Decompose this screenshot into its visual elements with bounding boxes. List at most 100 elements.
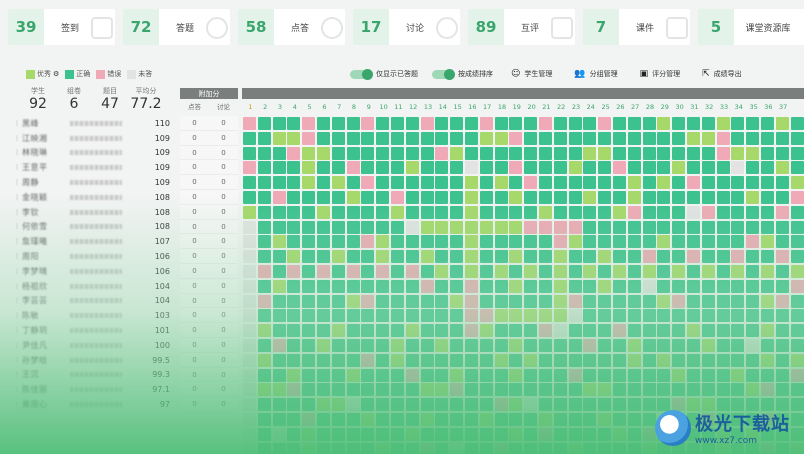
- answer-cell[interactable]: [287, 427, 301, 441]
- answer-cell[interactable]: [302, 131, 316, 145]
- answer-cell[interactable]: [465, 383, 478, 397]
- question-number[interactable]: 8: [347, 103, 362, 111]
- answer-cell[interactable]: [302, 383, 316, 397]
- answer-cell[interactable]: [272, 339, 286, 352]
- answer-cell[interactable]: [405, 131, 419, 145]
- answer-cell[interactable]: [642, 413, 656, 426]
- answer-cell[interactable]: [761, 324, 774, 338]
- answer-cell[interactable]: [376, 279, 390, 293]
- answer-cell[interactable]: [687, 176, 700, 190]
- answer-cell[interactable]: [716, 294, 730, 308]
- answer-cell[interactable]: [435, 220, 449, 234]
- answer-cell[interactable]: [746, 131, 760, 145]
- answer-cell[interactable]: [450, 235, 464, 249]
- answer-cell[interactable]: [272, 353, 286, 367]
- answer-cell[interactable]: [627, 339, 641, 352]
- answer-cell[interactable]: [672, 353, 686, 367]
- answer-cell[interactable]: [494, 339, 508, 352]
- answer-cell[interactable]: [420, 442, 434, 454]
- answer-cell[interactable]: [524, 117, 538, 130]
- answer-cell[interactable]: [479, 176, 493, 190]
- answer-cell[interactable]: [627, 161, 641, 175]
- answer-cell[interactable]: [450, 146, 464, 160]
- stat-card-courseware[interactable]: 7 课件: [583, 9, 690, 45]
- answer-cell[interactable]: [642, 220, 656, 234]
- student-row[interactable]: | 詹瑾曦 107: [16, 234, 170, 249]
- answer-cell[interactable]: [450, 176, 464, 190]
- answer-cell[interactable]: [391, 176, 404, 190]
- answer-cell[interactable]: [317, 131, 330, 145]
- answer-cell[interactable]: [598, 294, 612, 308]
- answer-cell[interactable]: [376, 368, 390, 382]
- answer-cell[interactable]: [524, 220, 538, 234]
- answer-cell[interactable]: [405, 191, 419, 204]
- answer-cell[interactable]: [701, 131, 715, 145]
- answer-cell[interactable]: [243, 339, 256, 352]
- answer-cell[interactable]: [672, 161, 686, 175]
- answer-cell[interactable]: [583, 413, 597, 426]
- student-row[interactable]: | 陈敏 103: [16, 308, 170, 323]
- answer-cell[interactable]: [598, 250, 612, 264]
- answer-cell[interactable]: [716, 117, 730, 130]
- answer-cell[interactable]: [479, 279, 493, 293]
- answer-cell[interactable]: [775, 339, 789, 352]
- answer-cell[interactable]: [257, 131, 271, 145]
- answer-cell[interactable]: [509, 294, 523, 308]
- bonus-discussion[interactable]: 0: [209, 220, 238, 234]
- answer-cell[interactable]: [687, 235, 700, 249]
- answer-cell[interactable]: [568, 368, 582, 382]
- answer-cell[interactable]: [657, 117, 671, 130]
- answer-cell[interactable]: [627, 176, 641, 190]
- answer-cell[interactable]: [465, 309, 478, 323]
- answer-cell[interactable]: [553, 339, 567, 352]
- question-number[interactable]: 30: [672, 103, 687, 111]
- answer-cell[interactable]: [479, 191, 493, 204]
- answer-cell[interactable]: [465, 131, 478, 145]
- answer-cell[interactable]: [553, 205, 567, 219]
- student-row[interactable]: | 王沉 99.3: [16, 368, 170, 383]
- answer-cell[interactable]: [272, 442, 286, 454]
- answer-cell[interactable]: [761, 117, 774, 130]
- answer-cell[interactable]: [790, 309, 804, 323]
- answer-cell[interactable]: [361, 353, 375, 367]
- answer-cell[interactable]: [272, 265, 286, 278]
- question-number[interactable]: 20: [524, 103, 539, 111]
- answer-cell[interactable]: [317, 324, 330, 338]
- answer-cell[interactable]: [598, 131, 612, 145]
- answer-cell[interactable]: [405, 413, 419, 426]
- answer-cell[interactable]: [346, 146, 360, 160]
- answer-cell[interactable]: [257, 279, 271, 293]
- answer-cell[interactable]: [613, 339, 626, 352]
- answer-cell[interactable]: [642, 279, 656, 293]
- bonus-point-answer[interactable]: 0: [180, 264, 209, 278]
- answer-cell[interactable]: [583, 176, 597, 190]
- answer-cell[interactable]: [346, 324, 360, 338]
- answer-cell[interactable]: [317, 176, 330, 190]
- answer-cell[interactable]: [746, 161, 760, 175]
- answer-cell[interactable]: [790, 383, 804, 397]
- answer-cell[interactable]: [479, 235, 493, 249]
- answer-cell[interactable]: [361, 191, 375, 204]
- answer-cell[interactable]: [405, 368, 419, 382]
- answer-cell[interactable]: [642, 294, 656, 308]
- answer-cell[interactable]: [287, 146, 301, 160]
- answer-cell[interactable]: [598, 309, 612, 323]
- answer-cell[interactable]: [746, 309, 760, 323]
- answer-cell[interactable]: [420, 250, 434, 264]
- answer-cell[interactable]: [657, 294, 671, 308]
- answer-cell[interactable]: [243, 442, 256, 454]
- answer-cell[interactable]: [524, 131, 538, 145]
- answer-cell[interactable]: [627, 353, 641, 367]
- answer-cell[interactable]: [465, 265, 478, 278]
- answer-cell[interactable]: [716, 339, 730, 352]
- answer-cell[interactable]: [687, 191, 700, 204]
- question-number[interactable]: 10: [376, 103, 391, 111]
- answer-cell[interactable]: [257, 427, 271, 441]
- answer-cell[interactable]: [405, 205, 419, 219]
- answer-cell[interactable]: [494, 368, 508, 382]
- answer-cell[interactable]: [657, 368, 671, 382]
- answer-cell[interactable]: [687, 339, 700, 352]
- answer-cell[interactable]: [272, 191, 286, 204]
- answer-cell[interactable]: [317, 265, 330, 278]
- answer-cell[interactable]: [775, 368, 789, 382]
